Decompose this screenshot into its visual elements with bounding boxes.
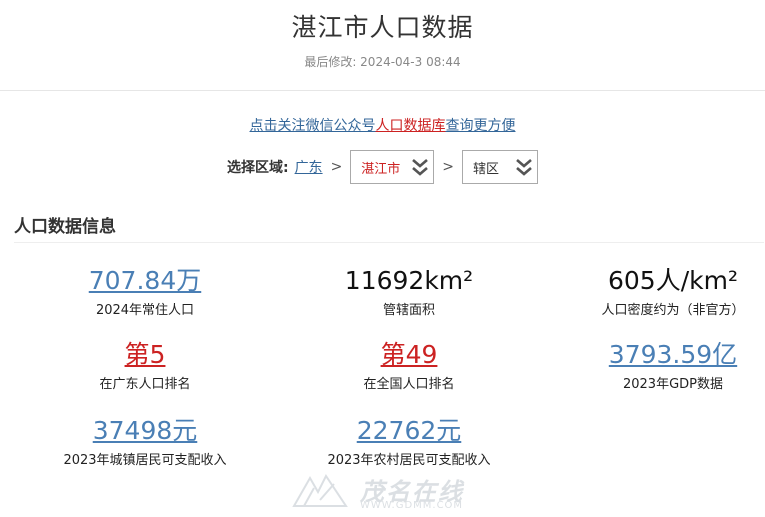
city-select[interactable]: 湛江市 (350, 150, 435, 184)
region-selector: 选择区域: 广东 > 湛江市 > 辖区 (0, 150, 765, 184)
stat-label: 2024年常住人口 (95, 303, 195, 318)
stat-value-link[interactable]: 22762元 (357, 416, 462, 446)
district-select-value: 辖区 (473, 161, 500, 177)
follow-suffix: 查询更方便 (445, 118, 516, 134)
stat-province-rank: 第5 在广东人口排名 (15, 340, 275, 392)
header-divider (0, 90, 765, 91)
stat-label: 2023年城镇居民可支配收入 (63, 453, 227, 468)
section-divider (14, 242, 764, 243)
stat-value-link[interactable]: 707.84万 (89, 266, 201, 296)
breadcrumb-separator: > (442, 159, 455, 175)
watermark-logo: 茂名在线 WWW.GDMM.COM (290, 470, 500, 515)
follow-link[interactable]: 点击关注微信公众号人口数据库查询更方便 (250, 118, 516, 134)
chevron-down-icon (516, 159, 532, 176)
stat-value-link[interactable]: 第5 (125, 340, 166, 370)
district-select[interactable]: 辖区 (462, 150, 539, 184)
stat-density: 605人/km² 人口密度约为（非官方） (543, 266, 765, 318)
chevron-down-icon (412, 159, 429, 176)
stat-rural-income: 22762元 2023年农村居民可支配收入 (279, 416, 539, 468)
breadcrumb-separator: > (330, 159, 343, 175)
stat-value: 605人/km² (608, 266, 738, 295)
stat-label: 人口密度约为（非官方） (601, 303, 745, 318)
stat-value-link[interactable]: 3793.59亿 (609, 340, 737, 370)
stat-national-rank: 第49 在全国人口排名 (279, 340, 539, 392)
stat-value: 11692km² (344, 266, 474, 295)
stat-label: 2023年农村居民可支配收入 (327, 453, 491, 468)
province-link[interactable]: 广东 (295, 157, 323, 177)
stat-label: 在广东人口排名 (99, 377, 191, 392)
watermark-emblem-icon (292, 474, 348, 507)
stat-gdp: 3793.59亿 2023年GDP数据 (543, 340, 765, 392)
watermark-url: WWW.GDMM.COM (360, 500, 464, 511)
stat-urban-income: 37498元 2023年城镇居民可支配收入 (15, 416, 275, 468)
stat-label: 2023年GDP数据 (622, 377, 723, 392)
stat-area: 11692km² 管辖面积 (279, 266, 539, 318)
follow-highlight: 人口数据库 (375, 118, 446, 134)
stat-population: 707.84万 2024年常住人口 (15, 266, 275, 318)
stat-label: 管辖面积 (382, 303, 435, 318)
stat-value-link[interactable]: 37498元 (93, 416, 198, 446)
follow-banner: 点击关注微信公众号人口数据库查询更方便 (0, 115, 765, 135)
region-label: 选择区域: (226, 160, 289, 176)
last-modified: 最后修改: 2024-04-3 08:44 (304, 55, 461, 69)
follow-prefix: 点击关注微信公众号 (249, 118, 376, 134)
stat-label: 在全国人口排名 (363, 377, 455, 392)
city-select-value: 湛江市 (361, 161, 401, 177)
stat-value-link[interactable]: 第49 (381, 340, 438, 370)
page-title: 湛江市人口数据 (291, 13, 474, 42)
section-title: 人口数据信息 (14, 217, 116, 237)
